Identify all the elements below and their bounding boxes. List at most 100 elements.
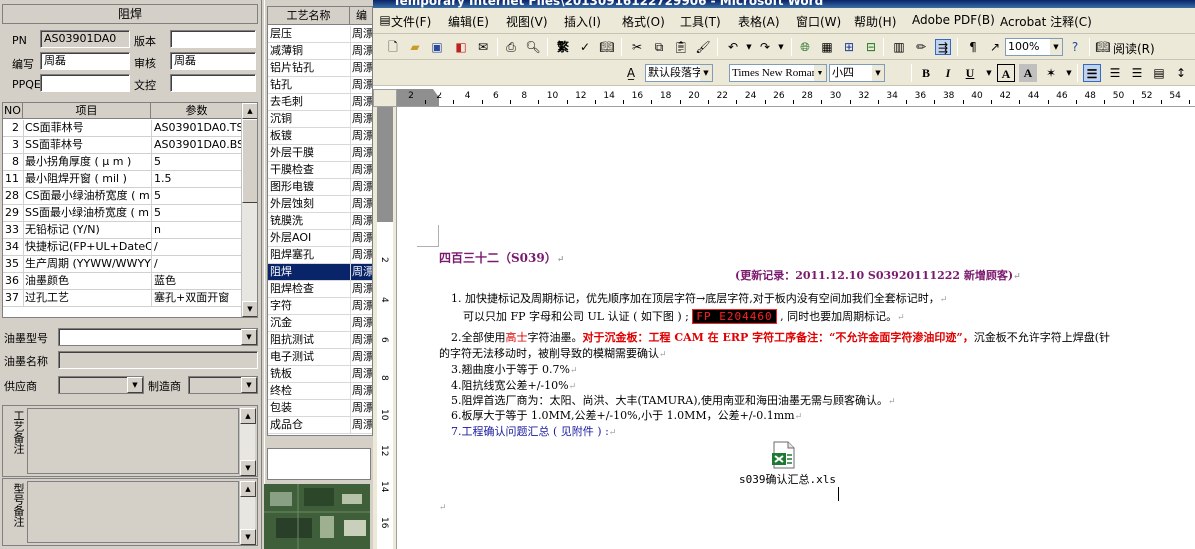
char-shading-button[interactable]: A [1019, 64, 1037, 82]
process-row[interactable]: 终检 周漂 [268, 383, 372, 400]
table-row[interactable]: 8 最小拐角厚度 ( μ m ) 5 [3, 154, 243, 171]
process-row[interactable]: 外层干膜 周漂 [268, 145, 372, 162]
line-spacing-icon[interactable]: ↕ [1173, 65, 1189, 81]
row-item[interactable]: SS面菲林号 [23, 137, 151, 153]
process-search-input[interactable] [267, 448, 371, 480]
chevron-down-icon[interactable]: ▼ [241, 377, 257, 393]
permission-icon[interactable]: ◧ [453, 39, 469, 55]
menu-view[interactable]: 视图(V) [506, 13, 548, 30]
process-row[interactable]: 铣板 周漂 [268, 366, 372, 383]
drawing-icon[interactable]: ✏ [913, 39, 929, 55]
menu-table[interactable]: 表格(A) [738, 13, 780, 30]
print-icon[interactable]: ⎙ [503, 39, 519, 55]
menu-file[interactable]: 文件(F) [391, 13, 431, 30]
process-note-textarea[interactable] [27, 408, 239, 474]
italic-button[interactable]: I [939, 64, 957, 82]
process-row[interactable]: 铳膜洗 周漂 [268, 213, 372, 230]
word-titlebar[interactable]: Temporary Internet Files\201309161227299… [373, 0, 1195, 8]
tables-borders-icon[interactable]: ▦ [819, 39, 835, 55]
indent-marker-icon[interactable] [433, 89, 443, 96]
scroll-down-icon[interactable]: ▼ [240, 529, 256, 545]
row-item[interactable]: 无铅标记 (Y/N) [23, 222, 151, 238]
row-item[interactable]: 快捷标记(FP+UL+DateCo [23, 239, 151, 255]
document-page[interactable]: 四百三十二（S039）↵ (更新记录：2011.12.10 S039201112… [397, 107, 1195, 549]
distributed-icon[interactable]: ▤ [1151, 65, 1167, 81]
menu-help[interactable]: 帮助(H) [854, 13, 896, 30]
row-value[interactable]: AS03901DA0.BS [151, 137, 243, 153]
row-item[interactable]: SS面最小绿油桥宽度 ( m [23, 205, 151, 221]
new-document-icon[interactable]: 🗋 [385, 39, 401, 55]
process-row[interactable]: 外层AOI 周漂 [268, 230, 372, 247]
ink-name-field[interactable] [58, 351, 258, 369]
menu-acrobat-comments[interactable]: Acrobat 注释(C) [1000, 13, 1092, 30]
row-item[interactable]: CS面菲林号 [23, 120, 151, 136]
align-right-icon[interactable]: ☰ [1129, 65, 1145, 81]
read-mode-button[interactable]: 阅读(R) [1113, 40, 1155, 57]
row-value[interactable]: / [151, 239, 243, 255]
fp-ul-mark-image[interactable]: FP E204460 [692, 309, 777, 324]
row-value[interactable]: n [151, 222, 243, 238]
menu-format[interactable]: 格式(O) [622, 13, 665, 30]
chevron-down-icon[interactable]: ▼ [741, 39, 757, 55]
row-item[interactable]: 最小阻焊开窗 ( mil ) [23, 171, 151, 187]
row-item[interactable]: 过孔工艺 [23, 290, 151, 306]
row-value[interactable]: 5 [151, 154, 243, 170]
row-value[interactable]: 蓝色 [151, 273, 243, 289]
scroll-up-icon[interactable]: ▲ [240, 408, 256, 424]
chevron-down-icon[interactable]: ▼ [773, 39, 789, 55]
undo-icon[interactable]: ↶ [725, 39, 741, 55]
process-list[interactable]: 工艺名称 编 层压 周漂 减薄铜 周漂 铝片钻孔 周漂 钻孔 周漂 去毛刺 周漂 沉铜 周漂 板镀 周漂外… [267, 6, 373, 436]
table-row[interactable]: 35 生产周期 (YYWW/WWYY) / [3, 256, 243, 273]
table-row[interactable]: 33 无铅标记 (Y/N) n [3, 222, 243, 239]
row-value[interactable]: AS03901DA0.TS [151, 120, 243, 136]
process-row[interactable]: 图形电镀 周漂 [268, 179, 372, 196]
char-border-button[interactable]: A [997, 64, 1015, 82]
email-icon[interactable]: ✉ [475, 39, 491, 55]
chevron-down-icon[interactable]: ▼ [1061, 65, 1077, 81]
parameter-grid[interactable]: NO 项目 参数 2 CS面菲林号 AS03901DA0.TS 3 SS面菲林号 AS03… [2, 102, 258, 318]
row-value[interactable]: 塞孔+双面开窗 [151, 290, 243, 306]
supplier-select[interactable]: ▼ [58, 376, 144, 394]
process-header-name[interactable]: 工艺名称 [268, 7, 350, 25]
read-mode-icon[interactable]: 📖︎ [1095, 39, 1111, 55]
model-note-scrollbar[interactable]: ▲ ▼ [239, 481, 256, 545]
chevron-down-icon[interactable]: ▼ [981, 65, 997, 81]
table-row[interactable]: 29 SS面最小绿油桥宽度 ( m5 [3, 205, 243, 222]
table-row[interactable]: 34 快捷标记(FP+UL+DateCo / [3, 239, 243, 256]
process-row[interactable]: 干膜检查 周漂 [268, 162, 372, 179]
zoom-select[interactable]: 100% ▼ [1005, 38, 1063, 56]
grid-header-no[interactable]: NO [3, 103, 23, 119]
process-row[interactable]: 阻焊 周漂 [268, 264, 372, 281]
chevron-down-icon[interactable]: ▼ [814, 65, 826, 81]
process-row[interactable]: 减薄铜 周漂 [268, 43, 372, 60]
process-row[interactable]: 阻焊塞孔 周漂 [268, 247, 372, 264]
grid-scrollbar[interactable]: ▲ ▼ [241, 103, 257, 317]
row-item[interactable]: 生产周期 (YYWW/WWYY) [23, 256, 151, 272]
wenkong-field[interactable] [170, 74, 256, 92]
chevron-down-icon[interactable]: ▼ [127, 377, 143, 393]
help-icon[interactable]: ? [1067, 39, 1083, 55]
attachment-label[interactable]: s039确认汇总.xls [739, 471, 836, 487]
chevron-down-icon[interactable]: ▼ [1050, 39, 1062, 55]
process-row[interactable]: 沉金 周漂 [268, 315, 372, 332]
row-value[interactable]: 5 [151, 188, 243, 204]
reviewer-field[interactable]: 周磊 [170, 52, 256, 70]
chevron-down-icon[interactable]: ▼ [241, 329, 257, 345]
save-icon[interactable]: ▣ [429, 39, 445, 55]
process-row[interactable]: 板镀 周漂 [268, 128, 372, 145]
underline-button[interactable]: U [961, 64, 979, 82]
editor-field[interactable]: 周磊 [40, 52, 130, 70]
insert-excel-icon[interactable]: ⊟ [863, 39, 879, 55]
research-icon[interactable]: 繁 [555, 39, 571, 55]
row-item[interactable]: CS面最小绿油桥宽度 ( m [23, 188, 151, 204]
scroll-up-icon[interactable]: ▲ [242, 103, 257, 119]
grid-header-value[interactable]: 参数 [151, 103, 243, 119]
menu-edit[interactable]: 编辑(E) [448, 13, 489, 30]
align-center-icon[interactable]: ☰ [1107, 65, 1123, 81]
version-field[interactable] [170, 30, 256, 48]
row-value[interactable]: 5 [151, 205, 243, 221]
process-row[interactable]: 包装 周漂 [268, 400, 372, 417]
process-row[interactable]: 电子测试 周漂 [268, 349, 372, 366]
char-scale-icon[interactable]: ✶ [1043, 65, 1059, 81]
scroll-thumb[interactable] [242, 119, 257, 203]
